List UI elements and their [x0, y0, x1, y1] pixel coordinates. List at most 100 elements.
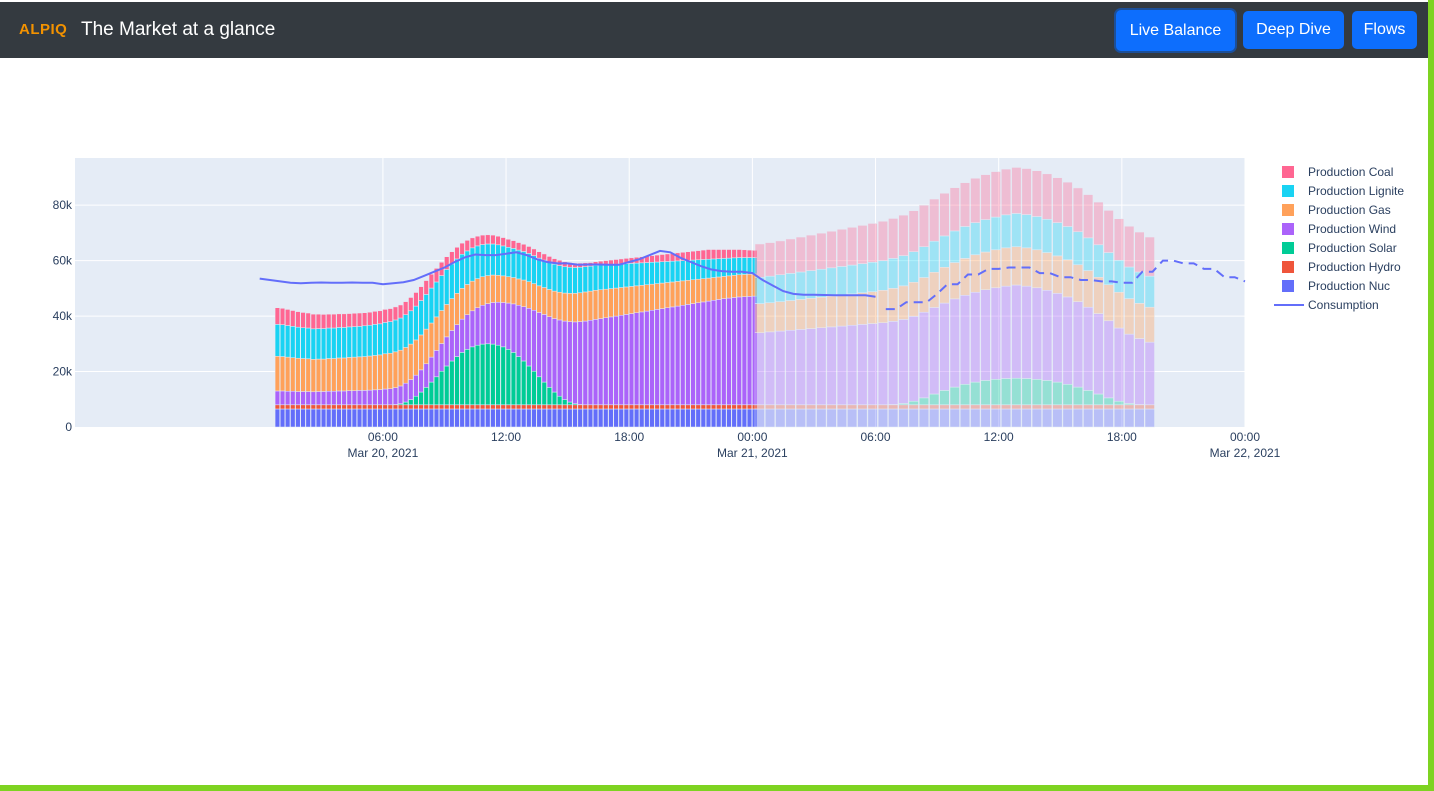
- actual-bar-production-gas: [392, 351, 398, 388]
- actual-bar-production-gas: [721, 276, 727, 299]
- flows-button[interactable]: Flows: [1352, 11, 1417, 49]
- actual-bar-production-lignite: [711, 258, 717, 278]
- actual-bar-production-gas: [403, 347, 409, 384]
- actual-bar-production-nuc: [372, 408, 378, 428]
- y-tick-label: 80k: [53, 198, 73, 212]
- actual-bar-production-nuc: [618, 408, 624, 428]
- forecast-bar-production-nuc: [836, 408, 847, 428]
- actual-bar-production-lignite: [331, 327, 337, 359]
- actual-bar-production-nuc: [592, 408, 599, 428]
- forecast-bar-production-coal: [939, 192, 950, 237]
- actual-bar-production-hydro: [705, 404, 711, 410]
- actual-bar-production-coal: [351, 313, 357, 327]
- actual-bar-production-nuc: [669, 408, 676, 428]
- actual-bar-production-nuc: [285, 408, 291, 428]
- actual-bar-production-gas: [521, 279, 527, 307]
- actual-bar-production-lignite: [423, 294, 429, 330]
- actual-bar-production-gas: [454, 293, 460, 325]
- actual-bar-production-wind: [305, 391, 311, 406]
- actual-bar-production-hydro: [577, 404, 583, 410]
- legend-swatch-production-nuc: [1282, 280, 1294, 292]
- actual-bar-production-gas: [551, 290, 558, 319]
- forecast-bar-production-coal: [795, 236, 806, 273]
- actual-bar-production-lignite: [295, 326, 301, 359]
- actual-bar-production-nuc: [685, 408, 691, 428]
- forecast-bar-production-hydro: [888, 404, 899, 410]
- forecast-bar-production-wind: [1093, 313, 1104, 395]
- forecast-bar-production-coal: [1072, 187, 1083, 233]
- actual-bar-production-lignite: [546, 262, 552, 290]
- forecast-bar-production-wind: [939, 302, 950, 391]
- actual-bar-production-lignite: [418, 300, 424, 336]
- actual-bar-production-lignite: [628, 263, 635, 287]
- actual-bar-production-coal: [413, 292, 419, 307]
- actual-bar-production-nuc: [510, 408, 516, 428]
- actual-bar-production-wind: [403, 382, 409, 403]
- actual-bar-production-nuc: [362, 408, 368, 428]
- forecast-bar-production-coal: [1093, 201, 1104, 246]
- forecast-bar-production-nuc: [1083, 408, 1094, 428]
- actual-bar-production-lignite: [659, 261, 665, 284]
- actual-bar-production-gas: [510, 277, 516, 305]
- actual-bar-production-lignite: [700, 259, 706, 279]
- actual-bar-production-gas: [300, 358, 306, 392]
- y-tick-label: 0: [65, 420, 72, 434]
- actual-bar-production-hydro: [634, 404, 640, 410]
- actual-bar-production-wind: [423, 363, 429, 388]
- actual-bar-production-lignite: [408, 310, 414, 345]
- forecast-bar-production-hydro: [826, 404, 837, 410]
- forecast-bar-production-gas: [754, 303, 765, 333]
- actual-bar-production-wind: [408, 379, 414, 400]
- forecast-bar-production-coal: [836, 229, 847, 267]
- actual-bar-production-wind: [397, 385, 404, 404]
- forecast-bar-production-coal: [1042, 173, 1053, 220]
- market-chart[interactable]: 0 20k 40k 60k 80k 06:00 Mar 20, 2021 12:00 18:00…: [0, 58, 1428, 785]
- actual-bar-production-lignite: [516, 249, 522, 280]
- forecast-bar-production-wind: [1001, 285, 1012, 379]
- actual-bar-production-solar: [516, 356, 522, 406]
- actual-bar-production-lignite: [598, 264, 604, 290]
- actual-bar-production-solar: [505, 349, 511, 406]
- forecast-bar-production-coal: [918, 204, 929, 247]
- actual-bar-production-hydro: [454, 404, 460, 410]
- forecast-bar-production-lignite: [1011, 213, 1022, 247]
- deep-dive-button[interactable]: Deep Dive: [1243, 11, 1344, 49]
- actual-bar-production-wind: [705, 300, 711, 406]
- actual-bar-production-coal: [372, 311, 378, 325]
- actual-bar-production-wind: [321, 391, 327, 406]
- actual-bar-production-wind: [536, 312, 542, 378]
- forecast-bar-production-wind: [960, 295, 971, 385]
- actual-bar-production-gas: [285, 356, 291, 392]
- x-tick-label: 18:00: [614, 430, 644, 444]
- actual-bar-production-coal: [331, 313, 337, 329]
- forecast-bar-production-solar: [990, 379, 1001, 406]
- actual-bar-production-wind: [721, 298, 727, 406]
- actual-bar-production-solar: [526, 365, 532, 406]
- forecast-bar-production-gas: [1103, 284, 1114, 322]
- actual-bar-production-nuc: [326, 408, 332, 428]
- actual-bar-production-nuc: [587, 408, 593, 428]
- actual-bar-production-nuc: [557, 408, 563, 428]
- forecast-bar-production-gas: [1093, 276, 1104, 314]
- actual-bar-production-hydro: [444, 404, 450, 410]
- actual-bar-production-lignite: [305, 327, 311, 360]
- actual-bar-production-solar: [536, 376, 542, 406]
- actual-bar-production-solar: [444, 365, 450, 406]
- live-balance-button[interactable]: Live Balance: [1116, 10, 1235, 51]
- actual-bar-production-gas: [644, 284, 650, 312]
- actual-bar-production-nuc: [608, 408, 614, 428]
- forecast-bar-production-hydro: [939, 404, 950, 410]
- actual-bar-production-nuc: [700, 408, 706, 428]
- forecast-bar-production-hydro: [1031, 404, 1042, 410]
- brand-logo[interactable]: ALPIQ: [19, 21, 67, 38]
- actual-bar-production-nuc: [736, 408, 742, 428]
- actual-bar-production-wind: [387, 388, 393, 406]
- forecast-bar-production-lignite: [888, 258, 899, 289]
- actual-bar-production-gas: [346, 357, 352, 391]
- actual-bar-production-gas: [577, 292, 583, 322]
- actual-bar-production-lignite: [536, 257, 542, 287]
- actual-bar-production-gas: [480, 276, 486, 306]
- actual-bar-production-lignite: [587, 265, 593, 292]
- actual-bar-production-nuc: [716, 408, 722, 428]
- actual-bar-production-solar: [480, 343, 486, 406]
